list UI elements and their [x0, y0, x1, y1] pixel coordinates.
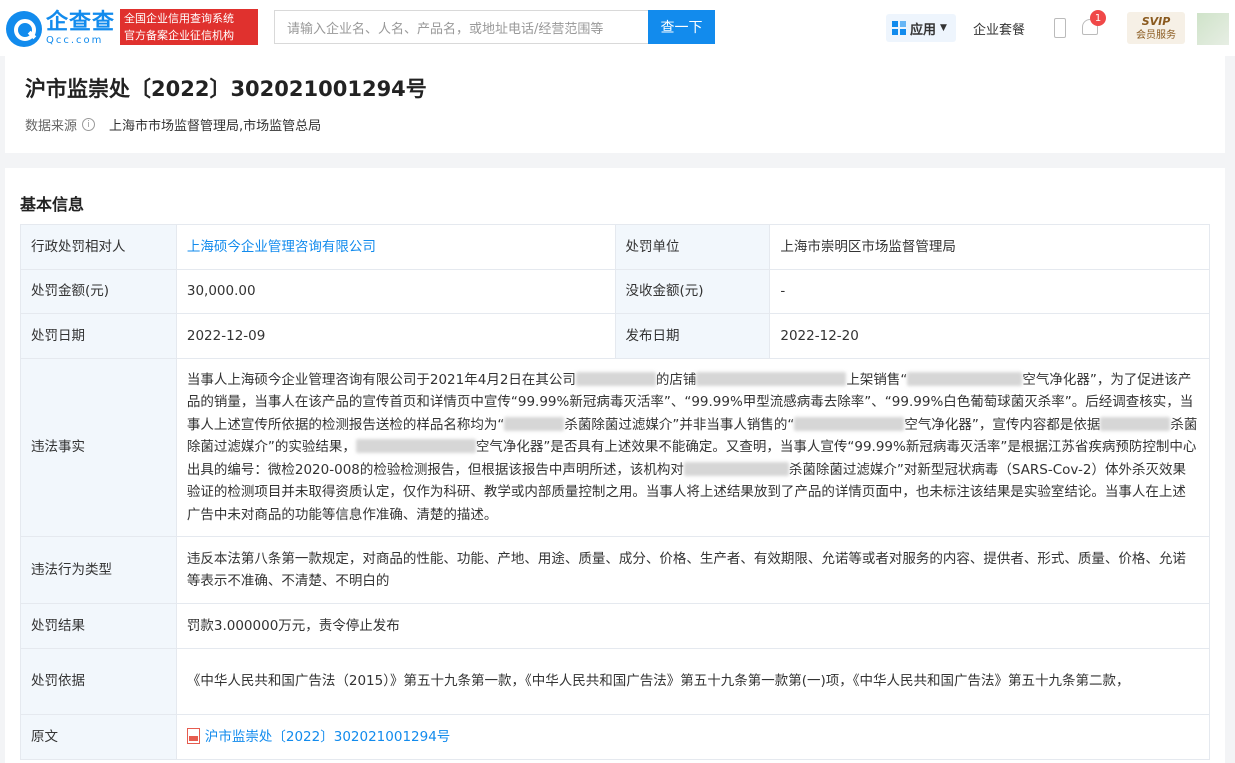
- apps-menu-button[interactable]: 应用 ▼: [886, 14, 956, 42]
- table-row: 处罚结果 罚款3.000000万元，责令停止发布: [20, 603, 1211, 649]
- page-title: 沪市监崇处〔2022〕302021001294号: [25, 77, 427, 101]
- info-icon[interactable]: i: [82, 118, 96, 131]
- party-link[interactable]: 上海硕今企业管理咨询有限公司: [187, 239, 376, 255]
- redacted-text: [575, 371, 656, 386]
- search-input[interactable]: 请输入企业名、人名、产品名，或地址电话/经营范围等: [274, 10, 648, 44]
- avatar[interactable]: [1197, 13, 1229, 45]
- redacted-text: [907, 371, 1023, 386]
- redacted-text: [794, 416, 905, 431]
- type-value: 违反本法第八条第一款规定，对商品的性能、功能、产地、用途、质量、成分、价格、生产…: [175, 536, 1211, 604]
- redacted-text: [504, 416, 565, 431]
- original-label: 原文: [20, 714, 177, 760]
- source-label: 数据来源: [25, 119, 78, 134]
- table-row: 处罚金额(元) 30,000.00 没收金额(元) -: [20, 269, 1210, 314]
- table-row: 违法行为类型 违反本法第八条第一款规定，对商品的性能、功能、产地、用途、质量、成…: [20, 536, 1211, 604]
- amount-value: 30,000.00: [175, 269, 616, 314]
- svip-label: SVIP: [1141, 15, 1171, 28]
- badge-line-2: 官方备案企业征信机构: [124, 29, 234, 42]
- table-row: 处罚日期 2022-12-09 发布日期 2022-12-20: [20, 313, 1210, 359]
- confiscate-label: 没收金额(元): [614, 269, 771, 314]
- basic-info-card: 基本信息 行政处罚相对人 上海硕今企业管理咨询有限公司 处罚单位 上海市崇明区市…: [5, 168, 1225, 763]
- svip-sub-label: 会员服务: [1136, 30, 1176, 41]
- certification-badge[interactable]: 全国企业信用查询系统 官方备案企业征信机构: [120, 9, 258, 45]
- amount-label: 处罚金额(元): [20, 269, 177, 314]
- notification-badge: 1: [1090, 10, 1106, 26]
- apps-grid-icon: [892, 21, 906, 35]
- type-label: 违法行为类型: [20, 536, 177, 604]
- table-row: 违法事实 当事人上海硕今企业管理咨询有限公司于2021年4月2日在其公司 的店铺上…: [20, 358, 1211, 537]
- confiscate-value: -: [769, 269, 1210, 314]
- logo-domain: Qcc.com: [46, 35, 104, 46]
- search-button[interactable]: 查一下: [648, 10, 715, 44]
- source-value: 上海市市场监督管理局,市场监管总局: [109, 119, 322, 134]
- result-value: 罚款3.000000万元，责令停止发布: [175, 603, 1211, 649]
- party-label: 行政处罚相对人: [20, 224, 177, 270]
- logo-icon: [6, 11, 42, 47]
- unit-label: 处罚单位: [614, 224, 771, 270]
- basis-label: 处罚依据: [20, 648, 177, 715]
- table-row: 行政处罚相对人 上海硕今企业管理咨询有限公司 处罚单位 上海市崇明区市场监督管理…: [20, 224, 1210, 270]
- logo-text: 企查查: [46, 10, 116, 35]
- info-table: 行政处罚相对人 上海硕今企业管理咨询有限公司 处罚单位 上海市崇明区市场监督管理…: [20, 224, 1211, 760]
- title-card: 沪市监崇处〔2022〕302021001294号 数据来源 i 上海市市场监督管…: [5, 56, 1225, 153]
- publish-value: 2022-12-20: [769, 313, 1210, 359]
- facts-value: 当事人上海硕今企业管理咨询有限公司于2021年4月2日在其公司 的店铺 上架销售“ 空…: [175, 358, 1211, 537]
- caret-down-icon: ▼: [940, 23, 947, 33]
- facts-label: 违法事实: [20, 358, 177, 537]
- table-row: 处罚依据 《中华人民共和国广告法（2015）》第五十九条第一款，《中华人民共和国…: [20, 648, 1211, 715]
- phone-icon[interactable]: [1054, 18, 1066, 38]
- unit-value: 上海市崇明区市场监督管理局: [769, 224, 1210, 270]
- original-document-link[interactable]: 沪市监崇处〔2022〕302021001294号: [205, 729, 450, 745]
- redacted-text: [355, 439, 476, 454]
- result-label: 处罚结果: [20, 603, 177, 649]
- enterprise-suite-link[interactable]: 企业套餐: [973, 19, 1025, 38]
- date-label: 处罚日期: [20, 313, 177, 359]
- redacted-text: [1100, 416, 1171, 431]
- redacted-text: [696, 371, 847, 386]
- date-value: 2022-12-09: [175, 313, 616, 359]
- basis-value: 《中华人民共和国广告法（2015）》第五十九条第一款，《中华人民共和国广告法》第…: [175, 648, 1211, 715]
- pdf-icon: [186, 727, 200, 744]
- data-source-row: 数据来源 i 上海市市场监督管理局,市场监管总局: [25, 115, 321, 134]
- original-cell: 沪市监崇处〔2022〕302021001294号: [175, 714, 1211, 760]
- badge-line-1: 全国企业信用查询系统: [124, 12, 234, 25]
- top-header: 企查查 Qcc.com 全国企业信用查询系统 官方备案企业征信机构 请输入企业名…: [0, 0, 1235, 56]
- publish-label: 发布日期: [614, 313, 771, 359]
- svip-button[interactable]: SVIP 会员服务: [1127, 12, 1185, 44]
- logo[interactable]: 企查查 Qcc.com: [6, 9, 116, 49]
- section-title: 基本信息: [20, 195, 85, 214]
- redacted-text: [683, 461, 789, 476]
- apps-label: 应用: [910, 22, 937, 38]
- table-row: 原文 沪市监崇处〔2022〕302021001294号: [20, 714, 1211, 760]
